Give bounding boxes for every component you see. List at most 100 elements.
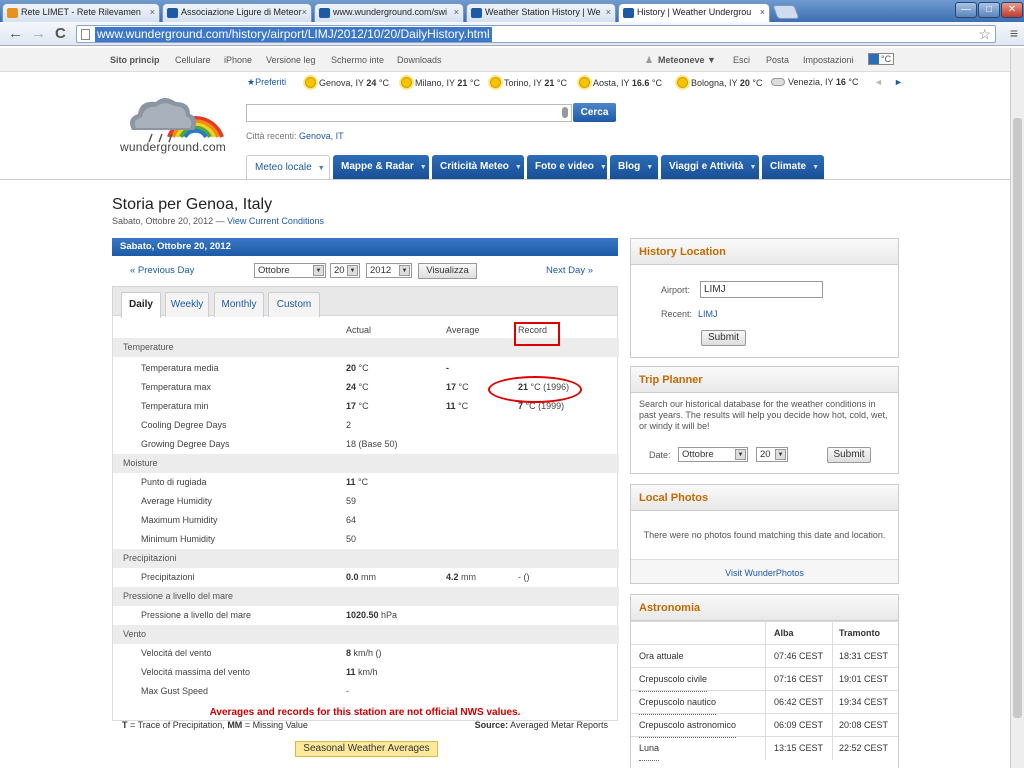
nav-climate[interactable]: Climate ▼ <box>762 155 824 179</box>
previous-day-link[interactable]: « Previous Day <box>130 265 194 276</box>
link-iphone[interactable]: iPhone <box>224 55 252 65</box>
visualizza-button[interactable]: Visualizza <box>418 263 477 279</box>
location-submit-button[interactable]: Submit <box>701 330 746 346</box>
link-posta[interactable]: Posta <box>766 55 789 65</box>
wrench-menu-icon[interactable]: ≡ <box>1010 25 1018 41</box>
fav-next-arrow-icon[interactable]: ► <box>894 77 903 87</box>
browser-tab[interactable]: Weather Station History | We × <box>466 3 616 22</box>
search-button[interactable]: Cerca <box>573 103 616 122</box>
search-input[interactable] <box>246 104 572 122</box>
chevron-down-icon: ▼ <box>599 164 607 171</box>
browser-tab[interactable]: Rete LIMET - Rete Rilevamen × <box>2 3 160 22</box>
average-cell: 4.2 mm <box>446 568 476 587</box>
back-icon[interactable]: ← <box>8 25 23 42</box>
favicon-icon <box>319 8 330 18</box>
browser-tab-active[interactable]: History | Weather Undergrou × <box>618 3 770 22</box>
table-row: Pressione a livello del mare 1020.50 hPa <box>113 606 619 625</box>
astro-label[interactable]: Crepuscolo nautico <box>639 691 717 715</box>
wunderground-logo[interactable] <box>124 92 224 147</box>
visit-wunderphotos-link[interactable]: Visit WunderPhotos <box>631 568 898 578</box>
forward-icon[interactable]: → <box>31 25 46 42</box>
day-select[interactable]: 20 ▼ <box>330 263 360 278</box>
browser-tab[interactable]: www.wunderground.com/swi × <box>314 3 464 22</box>
nav-mappe-radar[interactable]: Mappe & Radar ▼ <box>333 155 429 179</box>
row-label: Temperatura max <box>141 382 212 392</box>
window-close-button[interactable]: ✕ <box>1001 2 1023 18</box>
section-row: Moisture <box>113 454 619 473</box>
browser-toolbar: ← → C www.wunderground.com/history/airpo… <box>0 22 1024 46</box>
fav-city-genova[interactable]: Genova, IY 24 °C <box>305 77 389 88</box>
astro-label[interactable]: Crepuscolo astronomico <box>639 714 737 738</box>
tab-close-icon[interactable]: × <box>150 7 155 17</box>
favicon-icon <box>7 8 18 18</box>
airport-input[interactable]: LIMJ <box>700 281 823 298</box>
window-maximize-button[interactable]: □ <box>978 2 1000 18</box>
sun-icon <box>305 77 316 88</box>
fav-city-milano[interactable]: Milano, IY 21 °C <box>401 77 480 88</box>
link-impostazioni[interactable]: Impostazioni <box>803 55 854 65</box>
window-minimize-button[interactable]: — <box>955 2 977 18</box>
chevron-down-icon: ▼ <box>749 164 757 171</box>
fav-prev-arrow-icon[interactable]: ◄ <box>874 77 883 87</box>
actual-unit: 18 (Base 50) <box>346 439 398 449</box>
alba-value: 07:16 CEST <box>774 674 824 684</box>
trip-submit-button[interactable]: Submit <box>827 447 871 463</box>
fav-city-torino[interactable]: Torino, IY 21 °C <box>490 77 567 88</box>
nav-criticita-meteo[interactable]: Criticità Meteo ▼ <box>432 155 524 179</box>
astro-label[interactable]: Luna <box>639 737 660 761</box>
nav-foto-video[interactable]: Foto e video ▼ <box>527 155 607 179</box>
nav-viaggi-attivita[interactable]: Viaggi e Attività ▼ <box>661 155 759 179</box>
user-menu[interactable]: Meteoneve ▼ <box>658 55 716 65</box>
address-text[interactable]: www.wunderground.com/history/airport/LIM… <box>95 27 492 42</box>
scrollbar-thumb[interactable] <box>1013 118 1022 718</box>
view-current-conditions-link[interactable]: View Current Conditions <box>227 216 324 226</box>
tab-label: Rete LIMET - Rete Rilevamen <box>21 7 141 17</box>
microphone-icon[interactable] <box>562 107 568 118</box>
link-esci[interactable]: Esci <box>733 55 750 65</box>
unit-toggle[interactable]: °C <box>868 53 895 65</box>
bookmark-star-icon[interactable]: ☆ <box>978 26 991 43</box>
logo-wordmark[interactable]: wunderground.com <box>120 140 226 154</box>
average-value: 4.2 <box>446 572 459 582</box>
tab-custom[interactable]: Custom <box>268 292 320 317</box>
tab-monthly[interactable]: Monthly <box>214 292 264 317</box>
nav-label: Foto e video <box>535 161 594 172</box>
tab-close-icon[interactable]: × <box>454 7 459 17</box>
nav-blog[interactable]: Blog ▼ <box>610 155 658 179</box>
link-versione-leggera[interactable]: Versione leg <box>266 55 316 65</box>
link-schermo-intero[interactable]: Schermo inte <box>331 55 384 65</box>
month-select[interactable]: Ottobre ▼ <box>254 263 326 278</box>
browser-tab[interactable]: Associazione Ligure di Meteor × <box>162 3 312 22</box>
astro-label[interactable]: Crepuscolo civile <box>639 668 708 692</box>
link-downloads[interactable]: Downloads <box>397 55 442 65</box>
tab-weekly[interactable]: Weekly <box>165 292 209 317</box>
fav-city-aosta[interactable]: Aosta, IY 16.6 °C <box>579 77 662 88</box>
fav-city-bologna[interactable]: Bologna, IY 20 °C <box>677 77 763 88</box>
tab-close-icon[interactable]: × <box>760 7 765 17</box>
reload-icon[interactable]: C <box>55 25 66 42</box>
astro-header-row: Alba Tramonto <box>631 621 898 645</box>
fav-city-venezia[interactable]: Venezia, IY 16 °C <box>771 77 859 87</box>
year-select[interactable]: 2012 ▼ <box>366 263 412 278</box>
link-sito-principale[interactable]: Sito princip <box>110 55 160 65</box>
preferiti-link[interactable]: ★Preferiti <box>247 77 286 88</box>
row-label: Growing Degree Days <box>141 439 230 449</box>
nav-label: Criticità Meteo <box>440 161 509 172</box>
new-tab-button[interactable] <box>772 5 800 19</box>
tab-daily[interactable]: Daily <box>121 292 161 318</box>
page-scrollbar[interactable] <box>1010 48 1024 768</box>
favorite-cities-bar: ★Preferiti Genova, IY 24 °C Milano, IY 2… <box>245 74 905 92</box>
seasonal-averages-button[interactable]: Seasonal Weather Averages <box>295 741 438 757</box>
tab-close-icon[interactable]: × <box>606 7 611 17</box>
address-bar[interactable]: www.wunderground.com/history/airport/LIM… <box>76 25 996 43</box>
link-cellulare[interactable]: Cellulare <box>175 55 211 65</box>
nav-meteo-locale[interactable]: Meteo locale ▼ <box>246 155 330 179</box>
trip-month-select[interactable]: Ottobre ▼ <box>678 447 748 462</box>
next-day-link[interactable]: Next Day » <box>546 265 593 276</box>
trip-day-select[interactable]: 20 ▼ <box>756 447 788 462</box>
table-row: Minimum Humidity 50 <box>113 530 619 549</box>
trip-planner-text: Search our historical database for the w… <box>639 399 888 431</box>
recent-city-link[interactable]: Genova, IT <box>299 131 344 141</box>
tab-close-icon[interactable]: × <box>302 7 307 17</box>
recent-airport-link[interactable]: LIMJ <box>698 309 718 319</box>
